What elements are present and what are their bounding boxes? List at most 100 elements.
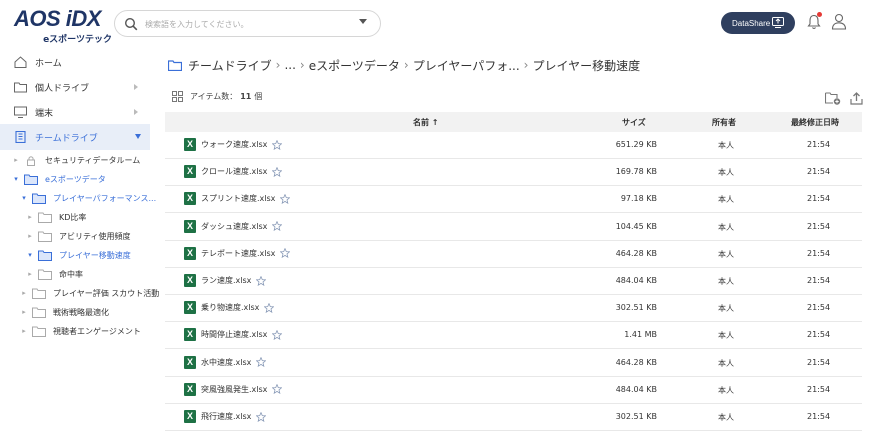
file-name[interactable]: ラン速度.xlsx: [201, 275, 251, 286]
star-icon[interactable]: [272, 166, 283, 177]
tree-expand-icon[interactable]: ▸: [20, 308, 28, 316]
chevron-right-icon[interactable]: [134, 84, 138, 90]
grid-view-icon[interactable]: [172, 91, 183, 102]
chevron-right-icon[interactable]: [134, 109, 138, 115]
user-icon: [831, 13, 847, 30]
file-name-cell[interactable]: 水中速度.xlsx: [201, 357, 267, 368]
folder-icon: [38, 250, 52, 261]
star-icon[interactable]: [280, 248, 291, 259]
star-icon[interactable]: [272, 221, 283, 232]
tree-item-esports-data[interactable]: ▾ eスポーツデータ: [12, 171, 106, 187]
tree-collapse-icon[interactable]: ▾: [12, 175, 20, 183]
table-row[interactable]: X ラン速度.xlsx 484.04 KB 本人 21:54: [165, 268, 862, 295]
sidebar-item-label: 個人ドライブ: [35, 83, 90, 94]
file-size-cell: 302.51 KB: [615, 412, 657, 421]
notification-button[interactable]: [807, 12, 822, 30]
file-name[interactable]: ウォーク速度.xlsx: [201, 139, 267, 150]
file-name-cell[interactable]: ウォーク速度.xlsx: [201, 139, 283, 150]
sidebar-item-team-drive[interactable]: チームドライブ: [14, 128, 98, 146]
datashare-button[interactable]: DataShare: [721, 12, 795, 34]
table-row[interactable]: X 水中速度.xlsx 464.28 KB 本人 21:54: [165, 350, 862, 377]
file-name-cell[interactable]: テレポート速度.xlsx: [201, 248, 291, 259]
folder-icon: [32, 307, 46, 318]
chevron-down-icon[interactable]: [135, 134, 141, 139]
star-icon[interactable]: [272, 139, 283, 150]
file-name-cell[interactable]: ラン速度.xlsx: [201, 275, 267, 286]
tree-item-tactics[interactable]: ▸ 戦術戦略最適化: [20, 304, 109, 320]
sidebar-item-personal-drive[interactable]: 個人ドライブ: [14, 78, 89, 96]
file-name[interactable]: 水中速度.xlsx: [201, 357, 251, 368]
file-owner-cell: 本人: [718, 222, 734, 232]
table-row[interactable]: X クロール速度.xlsx 169.78 KB 本人 21:54: [165, 159, 862, 187]
table-row[interactable]: X 時間停止速度.xlsx 1.41 MB 本人 21:54: [165, 322, 862, 350]
file-size-cell: 1.41 MB: [624, 330, 657, 340]
tree-item-kd-ratio[interactable]: ▸ KD比率: [26, 209, 86, 225]
tree-item-viewer-engagement[interactable]: ▸ 視聴者エンゲージメント: [20, 323, 141, 339]
file-name[interactable]: 乗り物速度.xlsx: [201, 302, 259, 313]
column-header-size[interactable]: サイズ: [622, 117, 646, 128]
column-header-modified[interactable]: 最終修正日時: [791, 117, 839, 128]
file-name-cell[interactable]: スプリント速度.xlsx: [201, 193, 291, 204]
table-row[interactable]: X 突風強風発生.xlsx 484.04 KB 本人 21:54: [165, 377, 862, 404]
file-name-cell[interactable]: ダッシュ速度.xlsx: [201, 221, 283, 232]
file-name[interactable]: 突風強風発生.xlsx: [201, 384, 267, 395]
tree-expand-icon[interactable]: ▸: [20, 327, 28, 335]
breadcrumb-item[interactable]: チームドライブ: [188, 57, 272, 74]
breadcrumb: チームドライブ › ... › eスポーツデータ › プレイヤーパフォ... ›…: [168, 55, 640, 75]
file-name-cell[interactable]: クロール速度.xlsx: [201, 166, 283, 177]
tree-expand-icon[interactable]: ▸: [26, 213, 34, 221]
search-input[interactable]: [145, 16, 355, 32]
file-name[interactable]: 飛行速度.xlsx: [201, 411, 251, 422]
file-name[interactable]: スプリント速度.xlsx: [201, 193, 275, 204]
tree-item-hit-rate[interactable]: ▸ 命中率: [26, 266, 83, 282]
breadcrumb-item[interactable]: ...: [284, 58, 295, 72]
app-logo[interactable]: AOS iDX eスポーツテック: [14, 8, 114, 46]
file-owner-cell: 本人: [718, 141, 734, 150]
file-name[interactable]: クロール速度.xlsx: [201, 166, 267, 177]
tree-item-security-dataroom[interactable]: ▸ セキュリティデータルーム: [12, 152, 140, 168]
file-name-cell[interactable]: 突風強風発生.xlsx: [201, 384, 283, 395]
new-folder-icon[interactable]: [825, 92, 841, 105]
file-name-cell[interactable]: 飛行速度.xlsx: [201, 411, 267, 422]
tree-item-ability-usage[interactable]: ▸ アビリティ使用頻度: [26, 228, 131, 244]
tree-collapse-icon[interactable]: ▾: [20, 194, 28, 202]
star-icon[interactable]: [272, 329, 283, 340]
upload-icon[interactable]: [850, 92, 863, 105]
file-name[interactable]: テレポート速度.xlsx: [201, 248, 275, 259]
file-name-cell[interactable]: 乗り物速度.xlsx: [201, 302, 275, 313]
table-row[interactable]: X テレポート速度.xlsx 464.28 KB 本人 21:54: [165, 241, 862, 268]
search-bar[interactable]: [114, 10, 381, 37]
file-name-cell[interactable]: 時間停止速度.xlsx: [201, 329, 283, 340]
tree-item-player-performance[interactable]: ▾ プレイヤーパフォーマンス...: [20, 190, 156, 206]
table-row[interactable]: X スプリント速度.xlsx 97.18 KB 本人 21:54: [165, 186, 862, 214]
star-icon[interactable]: [256, 275, 267, 286]
tree-item-player-scouting[interactable]: ▸ プレイヤー評価 スカウト活動: [20, 285, 159, 301]
notification-badge: [817, 12, 822, 17]
table-row[interactable]: X ダッシュ速度.xlsx 104.45 KB 本人 21:54: [165, 214, 862, 241]
search-dropdown-icon[interactable]: [359, 19, 367, 24]
star-icon[interactable]: [272, 384, 283, 395]
column-header-name[interactable]: 名前 ↑: [413, 117, 439, 128]
star-icon[interactable]: [256, 411, 267, 422]
table-row[interactable]: X 乗り物速度.xlsx 302.51 KB 本人 21:54: [165, 295, 862, 323]
file-name[interactable]: 時間停止速度.xlsx: [201, 329, 267, 340]
breadcrumb-item[interactable]: eスポーツデータ: [309, 57, 400, 74]
column-header-owner[interactable]: 所有者: [712, 117, 736, 128]
star-icon[interactable]: [256, 357, 267, 368]
star-icon[interactable]: [264, 302, 275, 313]
sidebar-item-home[interactable]: ホーム: [14, 53, 62, 71]
tree-item-player-speed[interactable]: ▾ プレイヤー移動速度: [26, 247, 131, 263]
tree-expand-icon[interactable]: ▸: [20, 289, 28, 297]
table-row[interactable]: X 飛行速度.xlsx 302.51 KB 本人 21:54: [165, 404, 862, 431]
tree-expand-icon[interactable]: ▸: [12, 156, 20, 164]
tree-expand-icon[interactable]: ▸: [26, 270, 34, 278]
tree-collapse-icon[interactable]: ▾: [26, 251, 34, 259]
table-row[interactable]: X ウォーク速度.xlsx 651.29 KB 本人 21:54: [165, 132, 862, 159]
sidebar-item-device[interactable]: 端末: [14, 103, 53, 121]
file-name[interactable]: ダッシュ速度.xlsx: [201, 221, 267, 232]
breadcrumb-item[interactable]: プレイヤーパフォ...: [413, 57, 520, 74]
folder-icon: [38, 231, 52, 242]
tree-expand-icon[interactable]: ▸: [26, 232, 34, 240]
star-icon[interactable]: [280, 193, 291, 204]
user-menu-button[interactable]: [831, 13, 847, 30]
